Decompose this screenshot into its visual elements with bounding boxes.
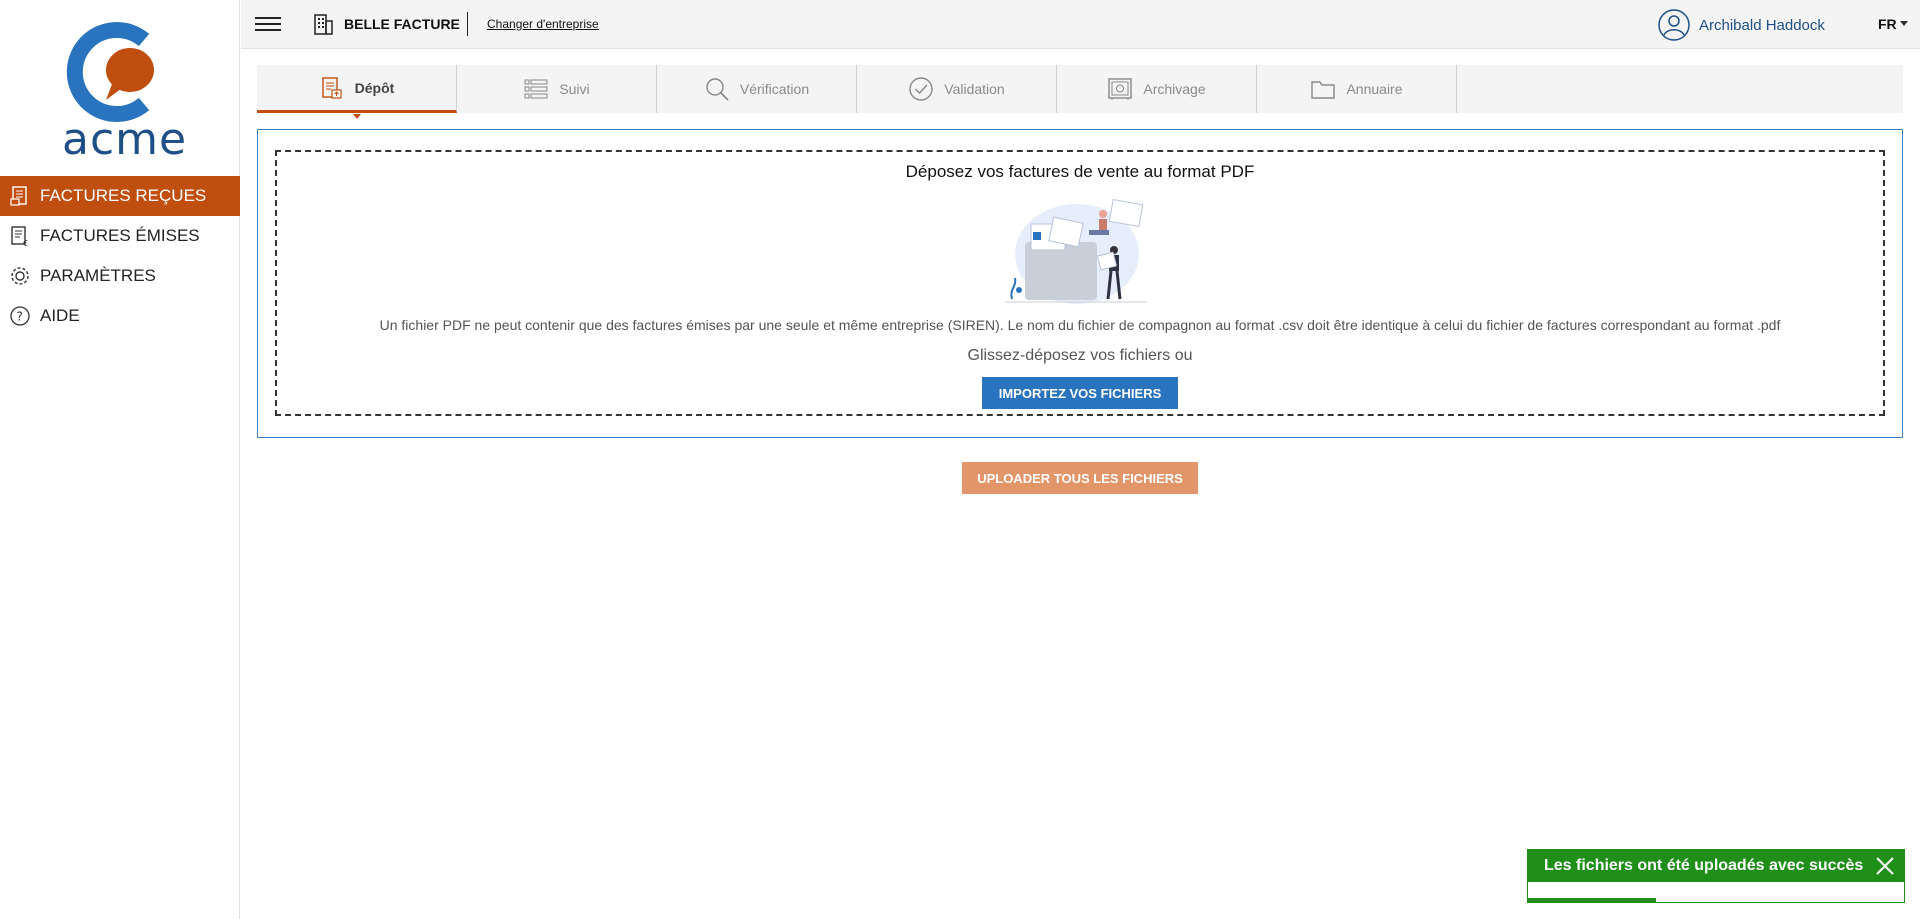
sidebar-item-parametres[interactable]: PARAMÈTRES bbox=[0, 256, 240, 296]
svg-text:€: € bbox=[23, 239, 28, 247]
change-company-link[interactable]: Changer d'entreprise bbox=[487, 17, 599, 31]
sidebar-item-aide[interactable]: ? AIDE bbox=[0, 296, 240, 336]
divider bbox=[467, 12, 468, 36]
sidebar-item-label: FACTURES ÉMISES bbox=[40, 226, 200, 245]
dropzone[interactable]: Déposez vos factures de vente au format … bbox=[275, 150, 1885, 416]
toast-progress-bar bbox=[1528, 898, 1656, 902]
top-bar: BELLE FACTURE Changer d'entreprise Archi… bbox=[241, 0, 1920, 49]
svg-text:?: ? bbox=[17, 310, 23, 324]
building-icon bbox=[311, 12, 335, 36]
deposit-icon bbox=[319, 75, 345, 101]
import-files-button[interactable]: IMPORTEZ VOS FICHIERS bbox=[982, 377, 1178, 409]
folder-icon bbox=[1310, 76, 1336, 102]
success-toast: Les fichiers ont été uploadés avec succè… bbox=[1527, 849, 1905, 903]
sidebar: acme FACTURES REÇUES € FACTURES ÉMISES P… bbox=[0, 0, 240, 919]
sidebar-item-factures-emises[interactable]: € FACTURES ÉMISES bbox=[0, 216, 240, 256]
dropzone-info: Un fichier PDF ne peut contenir que des … bbox=[379, 317, 1781, 333]
tab-label: Vérification bbox=[739, 81, 810, 97]
search-icon bbox=[704, 76, 730, 102]
tab-annuaire[interactable]: Annuaire bbox=[1257, 65, 1457, 113]
tab-archivage[interactable]: Archivage bbox=[1057, 65, 1257, 113]
upload-panel: Déposez vos factures de vente au format … bbox=[257, 129, 1903, 438]
dropzone-title: Déposez vos factures de vente au format … bbox=[905, 162, 1255, 181]
sidebar-item-factures-recues[interactable]: FACTURES REÇUES bbox=[0, 176, 240, 216]
language-selector[interactable]: FR bbox=[1878, 16, 1908, 32]
logo-mark bbox=[66, 22, 154, 122]
sidebar-item-label: AIDE bbox=[40, 306, 80, 325]
tabs-bar: Dépôt Suivi Vérification Validation Arch… bbox=[257, 65, 1903, 119]
help-icon: ? bbox=[8, 304, 32, 328]
invoice-received-icon bbox=[8, 184, 32, 208]
sidebar-item-label: FACTURES REÇUES bbox=[40, 186, 207, 205]
tab-validation[interactable]: Validation bbox=[857, 65, 1057, 113]
safe-icon bbox=[1107, 76, 1133, 102]
tab-label: Suivi bbox=[559, 81, 590, 97]
user-icon bbox=[1657, 8, 1691, 42]
check-circle-icon bbox=[908, 76, 934, 102]
close-icon[interactable] bbox=[1874, 855, 1896, 877]
invoice-sent-icon: € bbox=[8, 224, 32, 248]
tab-label: Validation bbox=[944, 81, 1005, 97]
tab-label: Dépôt bbox=[354, 79, 395, 96]
tab-label: Annuaire bbox=[1346, 81, 1403, 97]
upload-all-button[interactable]: UPLOADER TOUS LES FICHIERS bbox=[962, 462, 1198, 494]
toast-message: Les fichiers ont été uploadés avec succè… bbox=[1544, 857, 1864, 874]
gear-icon bbox=[8, 264, 32, 288]
sidebar-item-label: PARAMÈTRES bbox=[40, 266, 156, 285]
tab-verification[interactable]: Vérification bbox=[657, 65, 857, 113]
user-name: Archibald Haddock bbox=[1699, 16, 1825, 34]
tab-label: Archivage bbox=[1143, 81, 1206, 97]
logo-text: acme bbox=[62, 114, 188, 165]
dropzone-drag-text: Glissez-déposez vos fichiers ou bbox=[967, 347, 1193, 364]
user-menu[interactable]: Archibald Haddock bbox=[1657, 8, 1825, 42]
upload-illustration bbox=[1005, 198, 1147, 304]
menu-icon[interactable] bbox=[255, 13, 281, 35]
tab-suivi[interactable]: Suivi bbox=[457, 65, 657, 113]
acme-logo[interactable]: acme bbox=[62, 22, 186, 165]
list-icon bbox=[523, 76, 549, 102]
sidebar-nav: FACTURES REÇUES € FACTURES ÉMISES PARAMÈ… bbox=[0, 176, 240, 336]
tab-depot[interactable]: Dépôt bbox=[257, 65, 457, 119]
toast-header: Les fichiers ont été uploadés avec succè… bbox=[1528, 850, 1904, 882]
company-name: BELLE FACTURE bbox=[344, 16, 460, 32]
